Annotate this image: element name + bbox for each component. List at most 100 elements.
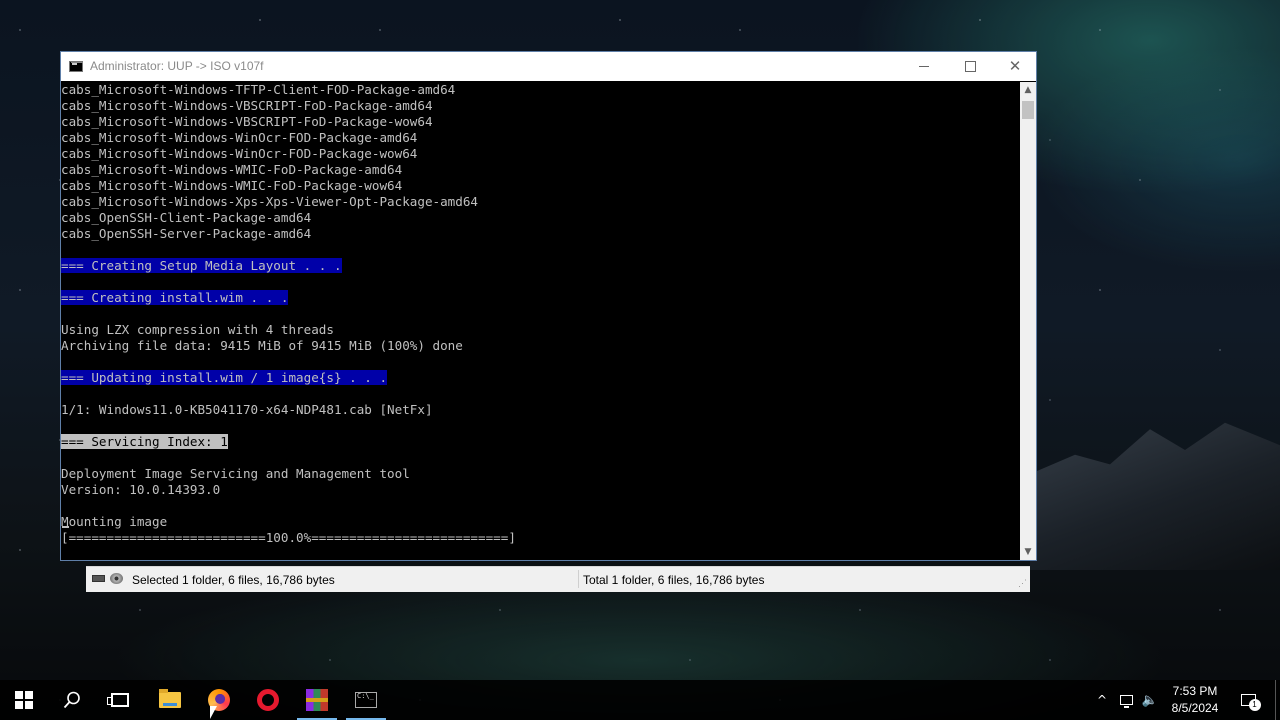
volume-button[interactable]: 🔈 bbox=[1140, 680, 1160, 720]
console-line: cabs_OpenSSH-Client-Package-amd64 bbox=[61, 210, 1021, 226]
console-line: cabs_Microsoft-Windows-WinOcr-FOD-Packag… bbox=[61, 146, 1021, 162]
console-line-text: Version: 10.0.14393.0 bbox=[61, 482, 221, 497]
console-line: [==========================100.0%=======… bbox=[61, 530, 1021, 546]
search-icon bbox=[63, 691, 80, 709]
task-view-icon bbox=[107, 693, 129, 707]
console-line-text: 1/1: Windows11.0-KB5041170-x64-NDP481.ca… bbox=[61, 402, 433, 417]
console-line-text: Archiving file data: 9415 MiB of 9415 Mi… bbox=[61, 338, 463, 353]
scroll-thumb[interactable] bbox=[1022, 101, 1034, 119]
network-button[interactable] bbox=[1116, 680, 1136, 720]
console-line: Deployment Image Servicing and Managemen… bbox=[61, 466, 1021, 482]
clock[interactable]: 7:53 PM 8/5/2024 bbox=[1164, 683, 1226, 717]
maximize-button[interactable] bbox=[947, 52, 993, 81]
action-center-button[interactable]: 1 bbox=[1236, 680, 1261, 720]
search-button[interactable] bbox=[48, 680, 96, 720]
console-line-highlight: === Servicing Index: 1 bbox=[61, 434, 228, 449]
command-prompt-button[interactable]: C:\_ bbox=[342, 680, 390, 720]
cmd-app-icon[interactable] bbox=[69, 61, 83, 72]
folder-icon bbox=[159, 689, 181, 708]
minimize-button[interactable] bbox=[901, 52, 947, 81]
console-line-text: cabs_Microsoft-Windows-WinOcr-FOD-Packag… bbox=[61, 130, 418, 145]
console-line-text: cabs_OpenSSH-Client-Package-amd64 bbox=[61, 210, 312, 225]
status-selected-text: Selected 1 folder, 6 files, 16,786 bytes bbox=[132, 573, 335, 587]
console-window[interactable]: Administrator: UUP -> ISO v107f ✕ cabs_M… bbox=[60, 51, 1037, 561]
console-line: 1/1: Windows11.0-KB5041170-x64-NDP481.ca… bbox=[61, 402, 1021, 418]
console-line: Version: 10.0.14393.0 bbox=[61, 482, 1021, 498]
status-divider bbox=[578, 570, 579, 588]
console-output[interactable]: cabs_Microsoft-Windows-TFTP-Client-FOD-P… bbox=[61, 82, 1021, 560]
mouse-pointer-icon bbox=[210, 706, 217, 719]
firefox-button[interactable] bbox=[195, 680, 243, 720]
opera-icon bbox=[257, 689, 279, 711]
console-line: === Updating install.wim / 1 image{s} . … bbox=[61, 370, 1021, 386]
clock-time: 7:53 PM bbox=[1172, 684, 1218, 698]
opera-button[interactable] bbox=[244, 680, 292, 720]
console-line: cabs_Microsoft-Windows-WinOcr-FOD-Packag… bbox=[61, 130, 1021, 146]
console-line-text: cabs_Microsoft-Windows-Xps-Xps-Viewer-Op… bbox=[61, 194, 479, 209]
text-cursor bbox=[62, 526, 69, 528]
scroll-up-button[interactable]: ▲ bbox=[1020, 82, 1036, 98]
vertical-scrollbar[interactable]: ▲ ▼ bbox=[1020, 82, 1036, 560]
minimize-icon bbox=[919, 66, 929, 67]
console-line: === Creating install.wim . . . bbox=[61, 290, 1021, 306]
console-line-text: cabs_Microsoft-Windows-VBSCRIPT-FoD-Pack… bbox=[61, 98, 433, 113]
console-line-highlight: === Creating Setup Media Layout . . . bbox=[61, 258, 342, 273]
console-line: cabs_Microsoft-Windows-WMIC-FoD-Package-… bbox=[61, 162, 1021, 178]
console-line-text: cabs_Microsoft-Windows-TFTP-Client-FOD-P… bbox=[61, 82, 456, 97]
command-prompt-icon: C:\_ bbox=[355, 692, 377, 708]
console-line-text: cabs_OpenSSH-Server-Package-amd64 bbox=[61, 226, 312, 241]
winrar-icon bbox=[306, 689, 328, 711]
console-line: Archiving file data: 9415 MiB of 9415 Mi… bbox=[61, 338, 1021, 354]
drive-icon bbox=[92, 575, 105, 582]
windows-logo-icon bbox=[15, 691, 33, 709]
window-title: Administrator: UUP -> ISO v107f bbox=[90, 59, 264, 73]
console-line-text: cabs_Microsoft-Windows-VBSCRIPT-FoD-Pack… bbox=[61, 114, 433, 129]
task-view-button[interactable] bbox=[96, 680, 144, 720]
console-line-text: Mounting image bbox=[61, 514, 168, 529]
console-line-text: cabs_Microsoft-Windows-WMIC-FoD-Package-… bbox=[61, 178, 403, 193]
start-button[interactable] bbox=[0, 680, 48, 720]
close-button[interactable]: ✕ bbox=[992, 52, 1038, 81]
taskbar: C:\_ bbox=[0, 680, 1280, 720]
notification-badge: 1 bbox=[1248, 699, 1261, 711]
console-line-highlight: === Creating install.wim . . . bbox=[61, 290, 289, 305]
disc-icon bbox=[110, 573, 123, 584]
console-line: === Servicing Index: 1 bbox=[61, 434, 1021, 450]
window-titlebar[interactable]: Administrator: UUP -> ISO v107f ✕ bbox=[61, 52, 1036, 81]
console-line: cabs_Microsoft-Windows-Xps-Xps-Viewer-Op… bbox=[61, 194, 1021, 210]
winrar-button[interactable] bbox=[293, 680, 341, 720]
console-line-text: [==========================100.0%=======… bbox=[61, 530, 516, 545]
status-total-text: Total 1 folder, 6 files, 16,786 bytes bbox=[583, 573, 765, 587]
console-line: cabs_Microsoft-Windows-TFTP-Client-FOD-P… bbox=[61, 82, 1021, 98]
console-line-highlight: === Updating install.wim / 1 image{s} . … bbox=[61, 370, 388, 385]
show-desktop-button[interactable] bbox=[1275, 680, 1280, 720]
clock-date: 8/5/2024 bbox=[1171, 701, 1219, 715]
console-line: Mounting image bbox=[61, 514, 1021, 530]
console-line-text: Using LZX compression with 4 threads bbox=[61, 322, 334, 337]
resize-grip-icon[interactable]: ⋰ bbox=[1018, 578, 1027, 589]
show-hidden-icons-button[interactable]: ^ bbox=[1094, 680, 1110, 720]
network-icon bbox=[1119, 695, 1133, 708]
console-line: === Creating Setup Media Layout . . . bbox=[61, 258, 1021, 274]
wallpaper-mountains bbox=[1030, 422, 1280, 570]
notification-icon: 1 bbox=[1240, 694, 1261, 711]
console-line: cabs_OpenSSH-Server-Package-amd64 bbox=[61, 226, 1021, 242]
console-line: cabs_Microsoft-Windows-VBSCRIPT-FoD-Pack… bbox=[61, 98, 1021, 114]
scroll-down-button[interactable]: ▼ bbox=[1020, 544, 1036, 560]
close-icon: ✕ bbox=[1008, 57, 1022, 75]
speaker-muted-icon: 🔈 bbox=[1141, 692, 1159, 708]
console-line: cabs_Microsoft-Windows-WMIC-FoD-Package-… bbox=[61, 178, 1021, 194]
maximize-icon bbox=[964, 61, 976, 72]
console-line-text: cabs_Microsoft-Windows-WMIC-FoD-Package-… bbox=[61, 162, 403, 177]
console-line: cabs_Microsoft-Windows-VBSCRIPT-FoD-Pack… bbox=[61, 114, 1021, 130]
file-explorer-button[interactable] bbox=[146, 680, 194, 720]
console-line-text: cabs_Microsoft-Windows-WinOcr-FOD-Packag… bbox=[61, 146, 418, 161]
